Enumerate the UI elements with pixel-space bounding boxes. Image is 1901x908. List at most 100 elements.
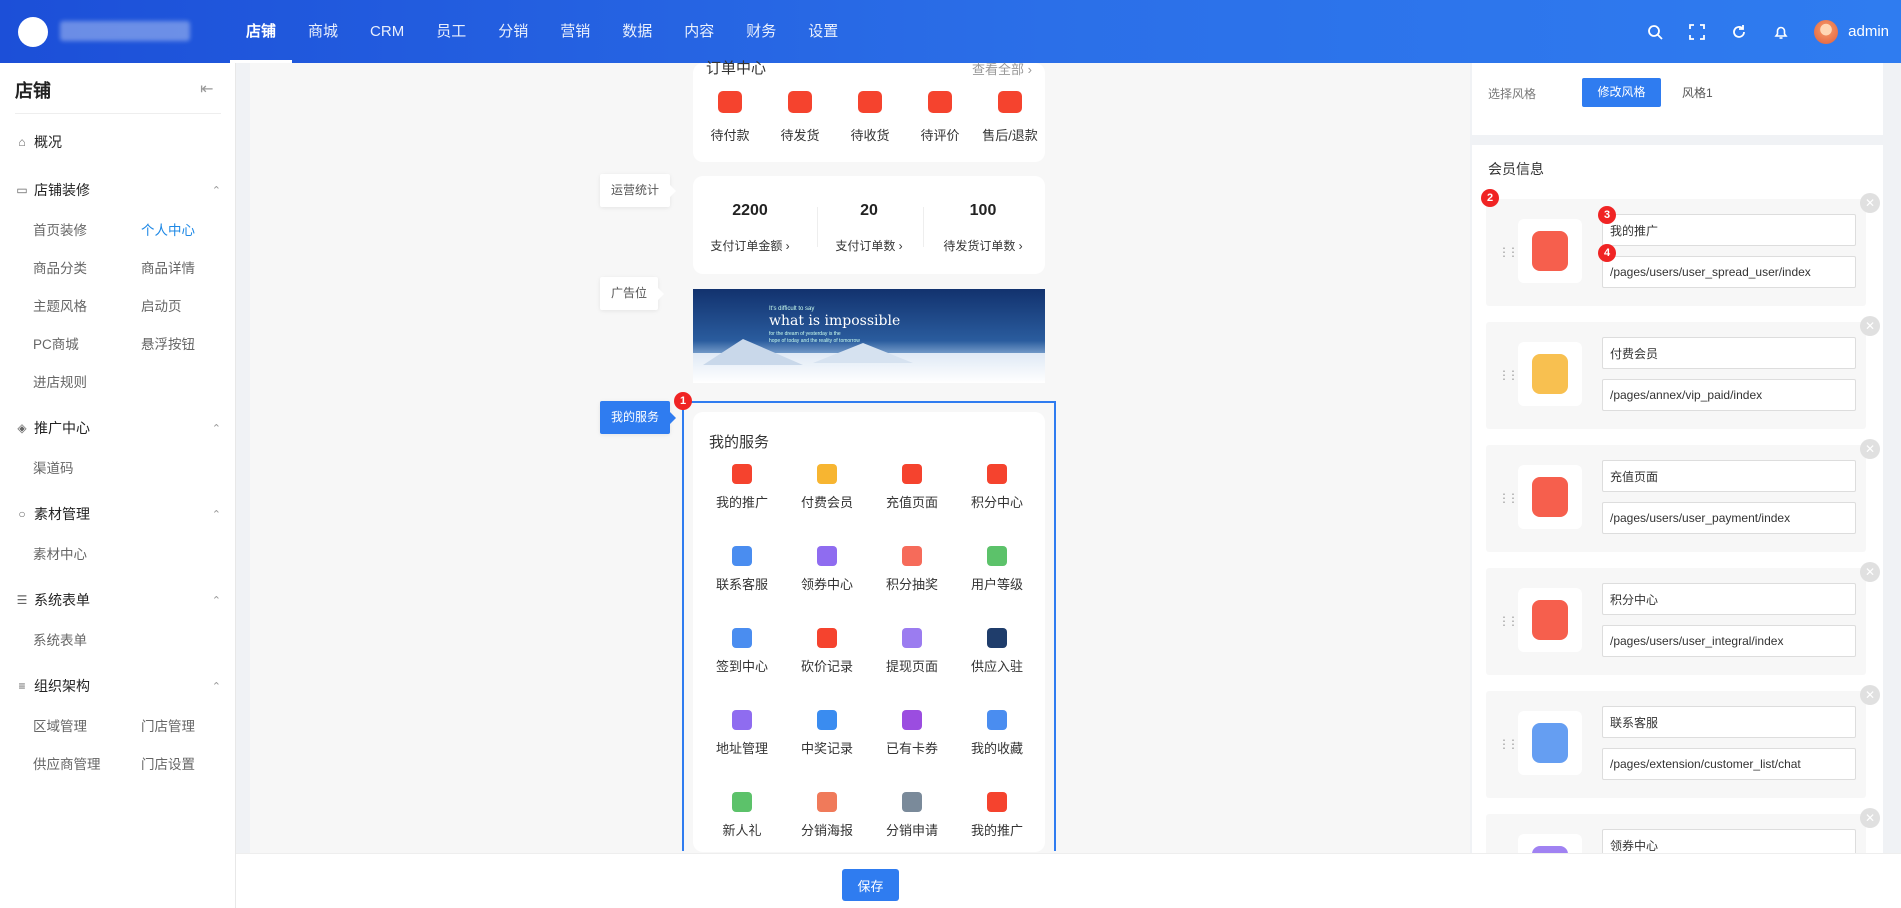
item-image[interactable]	[1518, 465, 1582, 529]
item-image[interactable]	[1518, 588, 1582, 652]
item-name-input[interactable]	[1602, 706, 1856, 738]
sidebar-item-overview[interactable]: ⌂ 概况	[15, 131, 221, 153]
sidebar-item-entry-rules[interactable]: 进店规则	[33, 371, 87, 391]
item-name-input[interactable]	[1602, 337, 1856, 369]
item-name-input[interactable]	[1602, 214, 1856, 246]
service-item[interactable]: 我的推广	[955, 820, 1039, 839]
remove-item-icon[interactable]: ✕	[1860, 562, 1880, 582]
sidebar-group-material[interactable]: ○ 素材管理 ⌃	[15, 503, 221, 525]
service-item[interactable]: 积分抽奖	[870, 574, 954, 593]
item-image[interactable]	[1518, 219, 1582, 283]
avatar[interactable]	[1814, 19, 1839, 44]
drag-handle-icon[interactable]: ⋮⋮	[1498, 491, 1519, 505]
member-menu-item[interactable]: ⋮⋮ ✕	[1486, 439, 1880, 552]
tag-operation-stats[interactable]: 运营统计	[600, 174, 677, 207]
item-link-input[interactable]	[1602, 379, 1856, 411]
service-item[interactable]: 付费会员	[785, 492, 869, 511]
member-menu-item[interactable]: ⋮⋮ ✕	[1486, 562, 1880, 675]
service-item[interactable]: 新人礼	[700, 820, 784, 839]
sidebar-item-store-settings[interactable]: 门店设置	[141, 753, 195, 773]
sidebar-item-category[interactable]: 商品分类	[33, 257, 87, 277]
operation-stats-card[interactable]: 2200 支付订单金额 › 20 支付订单数 › 100 待发货订单数 ›	[693, 176, 1045, 274]
item-link-input[interactable]	[1602, 748, 1856, 780]
item-name-input[interactable]	[1602, 583, 1856, 615]
item-image[interactable]	[1518, 342, 1582, 406]
service-item[interactable]: 分销海报	[785, 820, 869, 839]
remove-item-icon[interactable]: ✕	[1860, 193, 1880, 213]
service-item[interactable]: 提现页面	[870, 656, 954, 675]
drag-handle-icon[interactable]: ⋮⋮	[1498, 614, 1519, 628]
sidebar-group-decoration[interactable]: ▭ 店铺装修 ⌃	[15, 179, 221, 201]
item-image[interactable]	[1518, 834, 1582, 853]
collapse-sidebar-icon[interactable]: ⇤	[200, 79, 213, 99]
service-item[interactable]: 砍价记录	[785, 656, 869, 675]
refresh-icon[interactable]	[1718, 0, 1760, 63]
service-item[interactable]: 用户等级	[955, 574, 1039, 593]
sidebar-group-org[interactable]: ≡ 组织架构 ⌃	[15, 675, 221, 697]
nav-store[interactable]: 店铺	[230, 0, 293, 63]
nav-settings[interactable]: 设置	[792, 0, 854, 63]
service-item[interactable]: 领券中心	[785, 574, 869, 593]
logo[interactable]	[18, 17, 48, 47]
sidebar-item-splash[interactable]: 启动页	[141, 295, 182, 315]
member-menu-item[interactable]: ⋮⋮✕	[1486, 808, 1880, 853]
order-refund[interactable]: 售后/退款	[975, 125, 1045, 144]
drag-handle-icon[interactable]: ⋮⋮	[1498, 368, 1519, 382]
nav-crm[interactable]: CRM	[354, 0, 420, 63]
tag-ad-slot[interactable]: 广告位	[600, 277, 665, 310]
stat-label[interactable]: 支付订单金额 ›	[695, 237, 805, 254]
service-item[interactable]: 积分中心	[955, 492, 1039, 511]
remove-item-icon[interactable]: ✕	[1860, 316, 1880, 336]
remove-item-icon[interactable]: ✕	[1860, 439, 1880, 459]
change-style-button[interactable]: 修改风格	[1582, 78, 1661, 107]
remove-item-icon[interactable]: ✕	[1860, 685, 1880, 705]
order-pending-payment[interactable]: 待付款	[695, 125, 765, 144]
sidebar-item-product-detail[interactable]: 商品详情	[141, 257, 195, 277]
sidebar-item-system-form[interactable]: 系统表单	[33, 629, 87, 649]
nav-staff[interactable]: 员工	[420, 0, 482, 63]
service-item[interactable]: 我的收藏	[955, 738, 1039, 757]
tag-my-services[interactable]: 我的服务	[600, 401, 677, 434]
bell-icon[interactable]	[1760, 0, 1802, 63]
sidebar-group-forms[interactable]: ☰ 系统表单 ⌃	[15, 589, 221, 611]
item-name-input[interactable]	[1602, 460, 1856, 492]
item-name-input[interactable]	[1602, 829, 1856, 853]
service-item[interactable]: 签到中心	[700, 656, 784, 675]
nav-marketing[interactable]: 营销	[544, 0, 606, 63]
nav-data[interactable]: 数据	[606, 0, 668, 63]
member-menu-item[interactable]: ⋮⋮✕	[1486, 193, 1880, 306]
member-menu-item[interactable]: ⋮⋮ ✕	[1486, 685, 1880, 798]
order-center-card[interactable]: 订单中心 查看全部 › 待付款 待发货 待收货 待评价 售后/退款	[693, 60, 1045, 162]
member-menu-item[interactable]: ⋮⋮ ✕	[1486, 316, 1880, 429]
save-button[interactable]: 保存	[842, 869, 899, 901]
fullscreen-icon[interactable]	[1676, 0, 1718, 63]
item-image[interactable]	[1518, 711, 1582, 775]
sidebar-item-store-manage[interactable]: 门店管理	[141, 715, 195, 735]
nav-distribution[interactable]: 分销	[482, 0, 544, 63]
view-all-link[interactable]: 查看全部 ›	[972, 59, 1032, 78]
sidebar-item-personal-center[interactable]: 个人中心	[141, 219, 195, 239]
service-item[interactable]: 已有卡券	[870, 738, 954, 757]
service-item[interactable]: 充值页面	[870, 492, 954, 511]
stat-label[interactable]: 支付订单数 ›	[814, 237, 924, 254]
my-services-card[interactable]: 我的服务 我的推广 付费会员 充值页面 积分中心 联系客服 领券中心 积分抽奖 用户等级 签到中…	[693, 412, 1045, 852]
sidebar-item-material-center[interactable]: 素材中心	[33, 543, 87, 563]
order-pending-review[interactable]: 待评价	[905, 125, 975, 144]
drag-handle-icon[interactable]: ⋮⋮	[1498, 737, 1519, 751]
search-icon[interactable]	[1634, 0, 1676, 63]
sidebar-item-theme[interactable]: 主题风格	[33, 295, 87, 315]
item-link-input[interactable]	[1602, 502, 1856, 534]
sidebar-item-home-decor[interactable]: 首页装修	[33, 219, 87, 239]
order-pending-shipment[interactable]: 待发货	[765, 125, 835, 144]
nav-content[interactable]: 内容	[668, 0, 730, 63]
sidebar-group-promotion[interactable]: ◈ 推广中心 ⌃	[15, 417, 221, 439]
order-pending-receipt[interactable]: 待收货	[835, 125, 905, 144]
sidebar-item-channel-code[interactable]: 渠道码	[33, 457, 74, 477]
service-item[interactable]: 供应入驻	[955, 656, 1039, 675]
service-item[interactable]: 我的推广	[700, 492, 784, 511]
nav-mall[interactable]: 商城	[292, 0, 354, 63]
ad-banner[interactable]: It's difficult to say what is impossible…	[693, 289, 1045, 383]
sidebar-item-supplier[interactable]: 供应商管理	[33, 753, 101, 773]
service-item[interactable]: 联系客服	[700, 574, 784, 593]
stat-label[interactable]: 待发货订单数 ›	[928, 237, 1038, 254]
